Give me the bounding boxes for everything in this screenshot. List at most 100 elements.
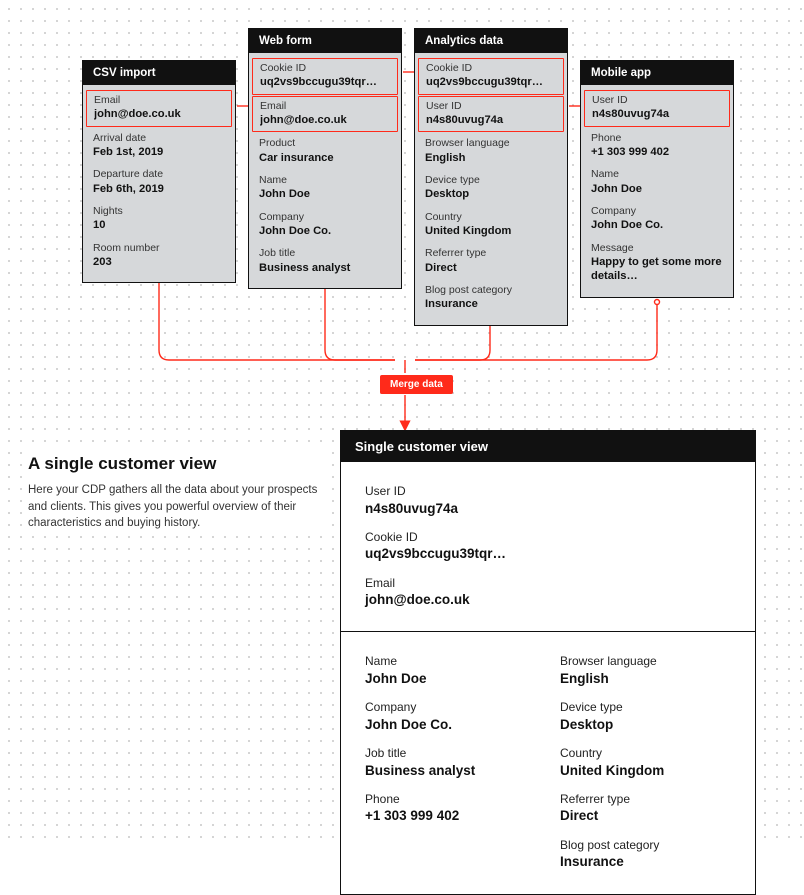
field: Departure dateFeb 6th, 2019 (83, 164, 235, 201)
field: User IDn4s80uvug74a (418, 96, 564, 133)
result-field-label: User ID (365, 484, 731, 500)
card-body: Cookie IDuq2vs9bccugu39tqr…Emailjohn@doe… (249, 53, 401, 288)
result-right-col: Browser languageEnglish Device typeDeskto… (560, 654, 731, 871)
result-field-value: n4s80uvug74a (365, 500, 731, 518)
result-field-label: Cookie ID (365, 530, 731, 546)
explain-text: A single customer view Here your CDP gat… (24, 450, 324, 536)
field-label: User ID (426, 100, 556, 113)
field: MessageHappy to get some more details… (581, 238, 733, 289)
explain-body: Here your CDP gathers all the data about… (28, 482, 320, 532)
result-field: Emailjohn@doe.co.uk (365, 576, 731, 610)
field-value: John Doe (591, 182, 723, 197)
field-label: Country (425, 211, 557, 224)
result-field: Browser languageEnglish (560, 654, 731, 688)
field-label: Cookie ID (426, 62, 556, 75)
field-value: Insurance (425, 297, 557, 312)
field-value: n4s80uvug74a (592, 107, 722, 122)
result-field-value: United Kingdom (560, 762, 731, 780)
card-csv-import: CSV import Emailjohn@doe.co.ukArrival da… (82, 60, 236, 283)
result-header: Single customer view (341, 431, 755, 462)
field-label: Phone (591, 132, 723, 145)
field: Nights10 (83, 201, 235, 238)
field-value: English (425, 151, 557, 166)
card-body: Cookie IDuq2vs9bccugu39tqr…User IDn4s80u… (415, 53, 567, 325)
field: Cookie IDuq2vs9bccugu39tqr… (418, 58, 564, 95)
field-value: John Doe (259, 187, 391, 202)
result-field: User IDn4s80uvug74a (365, 484, 731, 518)
field-label: Job title (259, 247, 391, 260)
field-label: Company (591, 205, 723, 218)
result-field-label: Job title (365, 746, 536, 762)
field-label: Email (260, 100, 390, 113)
result-field-label: Device type (560, 700, 731, 716)
field-value: Happy to get some more details… (591, 255, 723, 284)
field-label: Name (591, 168, 723, 181)
result-field-value: John Doe Co. (365, 716, 536, 734)
result-field: Blog post categoryInsurance (560, 838, 731, 872)
result-field: Cookie IDuq2vs9bccugu39tqr… (365, 530, 731, 564)
field-value: John Doe Co. (591, 218, 723, 233)
field-value: john@doe.co.uk (260, 113, 390, 128)
field: Device typeDesktop (415, 170, 567, 207)
field-label: Company (259, 211, 391, 224)
result-field-label: Country (560, 746, 731, 762)
result-field-value: English (560, 670, 731, 688)
field-value: Desktop (425, 187, 557, 202)
field: Room number203 (83, 238, 235, 275)
field-label: Departure date (93, 168, 225, 181)
card-header: CSV import (83, 61, 235, 85)
field: Emailjohn@doe.co.uk (252, 96, 398, 133)
field-label: Browser language (425, 137, 557, 150)
merge-data-badge: Merge data (380, 375, 453, 394)
result-field-label: Email (365, 576, 731, 592)
field-value: Direct (425, 261, 557, 276)
field-value: United Kingdom (425, 224, 557, 239)
result-field: Job titleBusiness analyst (365, 746, 536, 780)
result-field-value: Business analyst (365, 762, 536, 780)
result-field-value: Desktop (560, 716, 731, 734)
field: Referrer typeDirect (415, 243, 567, 280)
result-field: NameJohn Doe (365, 654, 536, 688)
field: Cookie IDuq2vs9bccugu39tqr… (252, 58, 398, 95)
field-label: Blog post category (425, 284, 557, 297)
result-left-col: NameJohn Doe CompanyJohn Doe Co. Job title… (365, 654, 536, 871)
result-field: CompanyJohn Doe Co. (365, 700, 536, 734)
field: CountryUnited Kingdom (415, 207, 567, 244)
result-field-label: Company (365, 700, 536, 716)
source-cards-row: CSV import Emailjohn@doe.co.ukArrival da… (82, 28, 734, 326)
card-analytics-data: Analytics data Cookie IDuq2vs9bccugu39tq… (414, 28, 568, 326)
result-field-label: Referrer type (560, 792, 731, 808)
field-value: john@doe.co.uk (94, 107, 224, 122)
result-field-label: Blog post category (560, 838, 731, 854)
result-field-value: John Doe (365, 670, 536, 688)
field-value: Business analyst (259, 261, 391, 276)
field-label: Device type (425, 174, 557, 187)
field-value: 203 (93, 255, 225, 270)
result-field: CountryUnited Kingdom (560, 746, 731, 780)
field-label: Name (259, 174, 391, 187)
field-label: Product (259, 137, 391, 150)
result-field-value: +1 303 999 402 (365, 807, 536, 825)
field-value: uq2vs9bccugu39tqr… (426, 75, 556, 90)
field: ProductCar insurance (249, 133, 401, 170)
card-body: Emailjohn@doe.co.ukArrival dateFeb 1st, … (83, 85, 235, 282)
field: Emailjohn@doe.co.uk (86, 90, 232, 127)
field: NameJohn Doe (581, 164, 733, 201)
field-label: Email (94, 94, 224, 107)
result-field-label: Browser language (560, 654, 731, 670)
result-field-value: Insurance (560, 853, 731, 871)
field-label: Message (591, 242, 723, 255)
field-label: Cookie ID (260, 62, 390, 75)
result-field-label: Phone (365, 792, 536, 808)
field-label: Nights (93, 205, 225, 218)
field-value: uq2vs9bccugu39tqr… (260, 75, 390, 90)
result-field-value: john@doe.co.uk (365, 591, 731, 609)
field-value: 10 (93, 218, 225, 233)
result-field-label: Name (365, 654, 536, 670)
result-details-section: NameJohn Doe CompanyJohn Doe Co. Job title… (341, 632, 755, 893)
result-field: Referrer typeDirect (560, 792, 731, 826)
result-identity-section: User IDn4s80uvug74a Cookie IDuq2vs9bccugu… (341, 462, 755, 631)
result-field: Phone+1 303 999 402 (365, 792, 536, 826)
result-field-value: Direct (560, 807, 731, 825)
field: Browser languageEnglish (415, 133, 567, 170)
